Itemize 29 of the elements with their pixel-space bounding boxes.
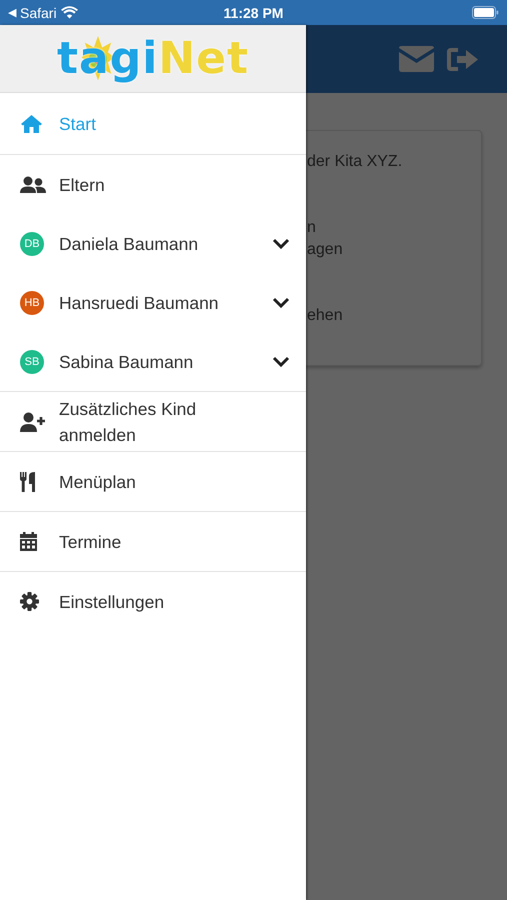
avatar-initials: HB <box>20 290 44 314</box>
menu-item[interactable]: Termine <box>0 512 306 571</box>
battery-icon <box>472 6 499 19</box>
menu-item[interactable]: Zusätzliches Kind anmelden <box>0 392 306 451</box>
card-text: agen <box>306 240 344 260</box>
chevron-icon[interactable] <box>272 296 290 308</box>
menu-item[interactable]: Einstellungen <box>0 572 306 631</box>
card-text: n <box>306 218 317 238</box>
back-arrow-icon: ◀ <box>8 6 16 19</box>
settings-icon <box>20 592 39 611</box>
add-person-icon <box>20 412 46 432</box>
avatar-initials: DB <box>20 232 44 256</box>
menu-item[interactable]: SB Sabina Baumann <box>0 332 306 391</box>
wifi-icon <box>60 6 78 19</box>
menu-item[interactable]: Menüplan <box>0 452 306 511</box>
menu-item[interactable]: HB Hansruedi Baumann <box>0 273 306 332</box>
home-icon <box>20 114 43 133</box>
menu-item[interactable]: Eltern <box>0 155 306 214</box>
card-text: ehen <box>306 306 344 326</box>
menu-item[interactable]: DB Daniela Baumann <box>0 214 306 273</box>
back-app-label: Safari <box>20 4 57 20</box>
chevron-icon[interactable] <box>272 238 290 250</box>
clock-time: 11:28 PM <box>224 4 284 20</box>
card-text: der Kita XYZ. <box>306 152 404 172</box>
chevron-icon[interactable] <box>272 356 290 368</box>
avatar-initials: SB <box>20 350 44 374</box>
calendar-icon <box>20 532 37 551</box>
cutlery-icon <box>20 472 36 492</box>
people-icon <box>20 176 46 194</box>
